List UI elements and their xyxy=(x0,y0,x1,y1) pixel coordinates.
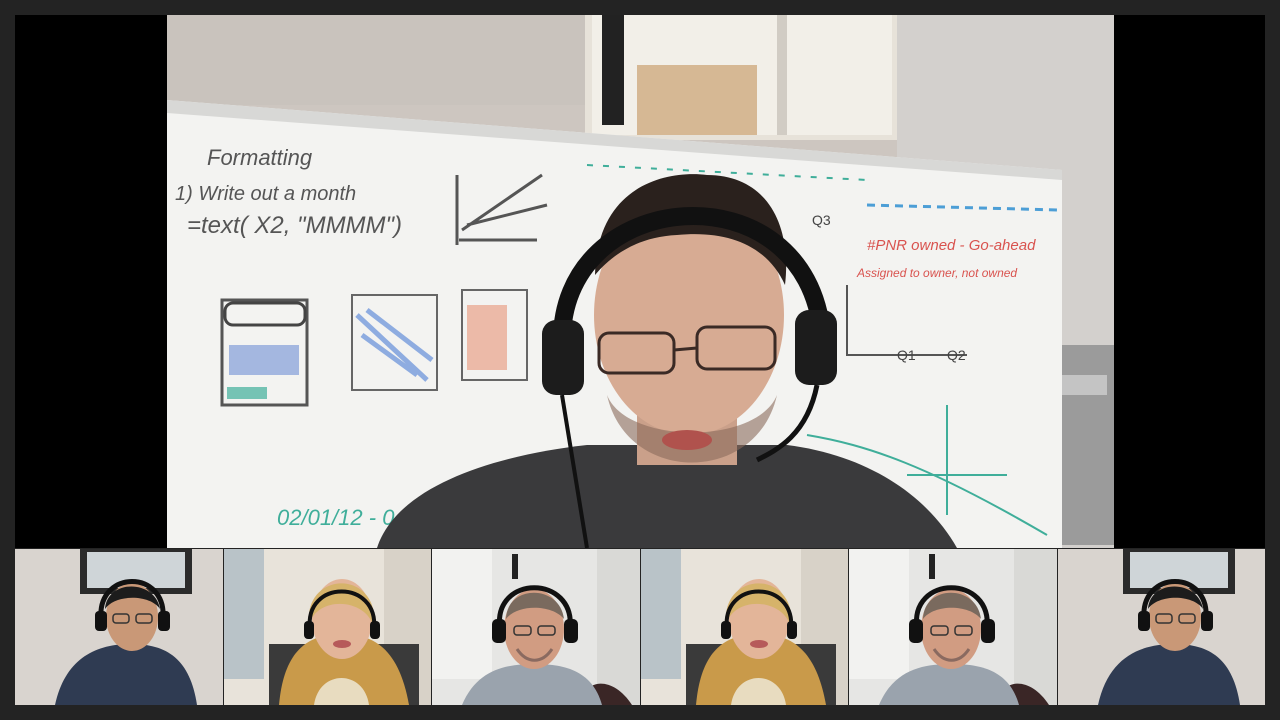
wb-line-write-month: 1) Write out a month xyxy=(175,183,356,205)
main-video-feed[interactable]: Formatting 1) Write out a month =text( X… xyxy=(167,15,1114,548)
participant-thumb-older-man[interactable] xyxy=(432,549,640,705)
participant-thumb-asian-man[interactable] xyxy=(1057,549,1265,705)
participant-strip xyxy=(15,549,1265,705)
participant-thumb-older-man[interactable] xyxy=(849,549,1057,705)
participant-video-blonde-woman-2 xyxy=(640,549,848,705)
participant-video-asian-man-1 xyxy=(15,549,223,705)
wb-line-formatting: Formatting xyxy=(207,145,313,170)
wb-q1: Q1 xyxy=(897,347,916,363)
main-stage: Formatting 1) Write out a month =text( X… xyxy=(15,15,1265,548)
wb-line-assigned: Assigned to owner, not owned xyxy=(856,266,1017,280)
participant-video-older-man-1 xyxy=(432,549,640,705)
wb-q3: Q3 xyxy=(812,212,831,228)
main-video-frame: Formatting 1) Write out a month =text( X… xyxy=(167,15,1114,548)
wb-line-pnr: #PNR owned - Go-ahead xyxy=(867,237,1036,254)
participant-video-blonde-woman-1 xyxy=(223,549,431,705)
participant-thumb-asian-man[interactable] xyxy=(15,549,223,705)
wb-q2: Q2 xyxy=(947,347,966,363)
participant-thumb-blonde-woman[interactable] xyxy=(223,549,431,705)
participant-thumb-blonde-woman[interactable] xyxy=(640,549,848,705)
wb-line-formula: =text( X2, "MMMM") xyxy=(187,212,402,239)
video-call-window: Formatting 1) Write out a month =text( X… xyxy=(0,0,1280,720)
participant-video-older-man-2 xyxy=(849,549,1057,705)
participant-video-asian-man-2 xyxy=(1057,549,1265,705)
